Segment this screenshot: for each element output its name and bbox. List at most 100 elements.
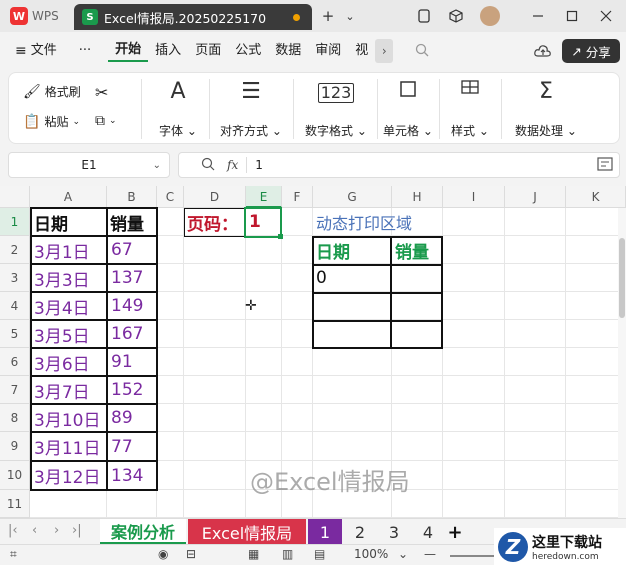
vertical-scrollbar[interactable]: [618, 208, 626, 518]
maximize-icon[interactable]: [562, 6, 582, 26]
column-header-e[interactable]: E: [246, 186, 282, 208]
file-tab[interactable]: S Excel情报局.20250225170: [74, 4, 312, 30]
row-header-6[interactable]: 6: [0, 348, 30, 376]
tab-list-button[interactable]: ⌄: [340, 6, 360, 26]
tab-page[interactable]: 页面: [188, 41, 228, 61]
add-sheet-button[interactable]: +: [444, 519, 466, 545]
sheet-tab-excel[interactable]: Excel情报局: [188, 519, 306, 545]
dyn-header-date[interactable]: 日期: [313, 236, 391, 264]
column-header-h[interactable]: H: [392, 186, 443, 208]
last-sheet-icon[interactable]: ›|: [72, 523, 82, 538]
sales-cell[interactable]: 91: [108, 348, 157, 376]
tab-data[interactable]: 数据: [268, 41, 308, 61]
date-cell[interactable]: 3月3日: [31, 264, 107, 292]
macro-record-icon[interactable]: ⌗: [10, 547, 17, 562]
menu-scroll-right-icon[interactable]: ›: [375, 39, 394, 63]
zoom-slider[interactable]: [450, 555, 494, 557]
sales-cell[interactable]: 89: [108, 404, 157, 432]
date-cell[interactable]: 3月10日: [31, 404, 107, 432]
new-tab-button[interactable]: +: [318, 6, 338, 26]
format-painter-button[interactable]: 🖌 格式刷: [23, 83, 81, 100]
cut-button[interactable]: ✂: [95, 83, 108, 102]
wps-home-tab[interactable]: W WPS: [6, 4, 64, 28]
name-box[interactable]: E1 ⌄: [8, 152, 170, 178]
row-header-4[interactable]: 4: [0, 292, 30, 320]
window-switch-icon[interactable]: [414, 6, 434, 26]
zoom-out-icon[interactable]: —: [424, 547, 436, 561]
sales-cell[interactable]: 152: [108, 376, 157, 404]
layout-icon[interactable]: ⊟: [186, 547, 196, 561]
row-header-2[interactable]: 2: [0, 236, 30, 264]
sales-cell[interactable]: 134: [108, 461, 157, 490]
sales-cell[interactable]: 149: [108, 292, 157, 320]
column-header-i[interactable]: I: [443, 186, 505, 208]
dynamic-print-title[interactable]: 动态打印区域: [313, 208, 443, 236]
tab-formula[interactable]: 公式: [228, 41, 268, 61]
scrollbar-thumb[interactable]: [619, 238, 625, 318]
page-break-icon[interactable]: ▤: [314, 547, 325, 561]
date-cell[interactable]: 3月12日: [31, 461, 107, 490]
sheet-tab-case[interactable]: 案例分析: [100, 519, 186, 545]
header-sales-cell[interactable]: 销量: [107, 208, 157, 236]
sheet-tab-1[interactable]: 1: [308, 519, 342, 545]
formula-input[interactable]: fx 1: [178, 152, 620, 178]
minimize-icon[interactable]: [528, 6, 548, 26]
date-cell[interactable]: 3月7日: [31, 376, 107, 404]
zoom-search-icon[interactable]: [201, 157, 215, 174]
date-cell[interactable]: 3月11日: [31, 432, 107, 461]
cloud-icon[interactable]: [534, 43, 552, 62]
date-cell[interactable]: 3月5日: [31, 320, 107, 348]
avatar[interactable]: [480, 6, 500, 26]
next-sheet-icon[interactable]: ›: [54, 523, 59, 538]
page-layout-icon[interactable]: ▥: [282, 547, 293, 561]
column-header-k[interactable]: K: [566, 186, 626, 208]
column-header-a[interactable]: A: [30, 186, 107, 208]
tab-insert[interactable]: 插入: [148, 41, 188, 61]
sheet-tab-4[interactable]: 4: [412, 519, 444, 545]
more-menu[interactable]: ···: [72, 41, 98, 61]
dyn-header-sales[interactable]: 销量: [392, 236, 442, 264]
first-sheet-icon[interactable]: |‹: [8, 523, 18, 538]
spreadsheet-grid[interactable]: ABCDEFGHIJK 1 2 3 4 5 6 7 8 9 10 11 日期 销量 3月1日 67 3月…: [0, 186, 626, 518]
row-header-11[interactable]: 11: [0, 490, 30, 518]
copy-button[interactable]: ⧉ ⌄: [95, 113, 117, 129]
search-icon[interactable]: [415, 43, 429, 60]
sales-cell[interactable]: 67: [108, 236, 157, 264]
column-header-g[interactable]: G: [313, 186, 392, 208]
sheet-tab-3[interactable]: 3: [378, 519, 410, 545]
row-header-5[interactable]: 5: [0, 320, 30, 348]
share-button[interactable]: ↗ 分享: [562, 39, 620, 63]
row-header-9[interactable]: 9: [0, 432, 30, 461]
sales-cell[interactable]: 167: [108, 320, 157, 348]
row-header-1[interactable]: 1: [0, 208, 30, 236]
row-header-3[interactable]: 3: [0, 264, 30, 292]
sheet-tab-2[interactable]: 2: [344, 519, 376, 545]
select-all-corner[interactable]: [0, 186, 30, 208]
date-cell[interactable]: 3月1日: [31, 236, 107, 264]
row-header-8[interactable]: 8: [0, 404, 30, 432]
column-header-d[interactable]: D: [184, 186, 246, 208]
fill-handle[interactable]: [278, 234, 283, 239]
column-header-b[interactable]: B: [107, 186, 157, 208]
dyn-value-cell[interactable]: 0: [313, 264, 391, 292]
prev-sheet-icon[interactable]: ‹: [32, 523, 37, 538]
tab-review[interactable]: 审阅: [308, 41, 348, 61]
style-group-button[interactable]: 样式 ⌄: [445, 79, 495, 139]
font-group-button[interactable]: A 字体 ⌄: [149, 79, 207, 139]
fx-icon[interactable]: fx: [227, 158, 238, 172]
sales-cell[interactable]: 137: [108, 264, 157, 292]
column-header-f[interactable]: F: [282, 186, 313, 208]
data-process-button[interactable]: Σ 数据处理 ⌄: [509, 79, 583, 139]
normal-view-icon[interactable]: ▦: [248, 547, 259, 561]
column-header-c[interactable]: C: [157, 186, 184, 208]
zoom-level[interactable]: 100%: [354, 547, 388, 561]
row-header-7[interactable]: 7: [0, 376, 30, 404]
column-header-j[interactable]: J: [505, 186, 566, 208]
expand-formula-icon[interactable]: [597, 156, 613, 174]
paste-button[interactable]: 📋 粘贴 ⌄: [23, 113, 80, 130]
tab-view[interactable]: 视: [348, 41, 375, 61]
tab-home[interactable]: 开始: [108, 40, 149, 62]
sales-cell[interactable]: 77: [108, 432, 157, 461]
date-cell[interactable]: 3月6日: [31, 348, 107, 376]
file-menu[interactable]: ≡ 文件: [8, 41, 64, 61]
